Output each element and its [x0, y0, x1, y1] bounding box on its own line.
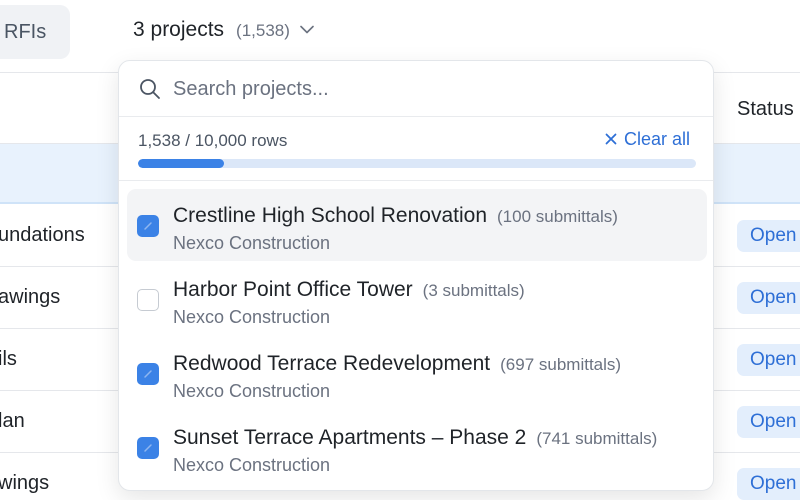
- project-option[interactable]: Sunset Terrace Apartments – Phase 2 (741 …: [127, 411, 707, 483]
- project-name: Crestline High School Renovation: [173, 204, 488, 227]
- project-search-input[interactable]: [173, 73, 673, 105]
- project-submittal-count: (741 submittals): [536, 429, 658, 448]
- project-submittal-count: (3 submittals): [422, 281, 525, 300]
- project-submittal-count: (697 submittals): [500, 355, 622, 374]
- project-name: Harbor Point Office Tower: [173, 278, 413, 301]
- project-company: Nexco Construction: [173, 381, 331, 401]
- status-badge-label: Open: [750, 287, 797, 308]
- project-option[interactable]: Redwood Terrace Redevelopment (697 submit…: [127, 337, 707, 409]
- status-badge-label: Open: [750, 349, 797, 370]
- rows-count-text: 1,538 / 10,000 rows: [138, 131, 288, 150]
- project-dropdown: 1,538 / 10,000 rows Clear all Crestline …: [118, 60, 714, 491]
- project-submittal-count: (100 submittals): [497, 207, 618, 226]
- project-company: Nexco Construction: [173, 233, 331, 253]
- project-name: Redwood Terrace Redevelopment: [173, 352, 491, 375]
- project-selector-label: 3 projects: [133, 18, 225, 41]
- rows-progress-fill: [138, 159, 224, 168]
- status-badge: Open: [737, 468, 800, 500]
- table-cell-name: awings: [0, 286, 61, 308]
- checkbox-checked[interactable]: [137, 437, 159, 459]
- status-badge: Open: [737, 282, 800, 314]
- close-icon: [605, 129, 617, 150]
- status-badge-label: Open: [750, 473, 797, 494]
- table-cell-name: undations: [0, 224, 85, 246]
- tab-rfis[interactable]: RFIs: [0, 5, 70, 59]
- status-badge-label: Open: [750, 225, 797, 246]
- selection-meta: 1,538 / 10,000 rows Clear all: [119, 117, 713, 181]
- search-icon: [139, 78, 161, 105]
- check-icon: [144, 444, 152, 452]
- status-badge-label: Open: [750, 411, 797, 432]
- tab-rfis-label: RFIs: [4, 21, 47, 43]
- checkbox-checked[interactable]: [137, 215, 159, 237]
- status-badge: Open: [737, 220, 800, 252]
- clear-all-button[interactable]: Clear all: [605, 129, 690, 150]
- project-company: Nexco Construction: [173, 455, 331, 475]
- check-icon: [144, 222, 152, 230]
- checkbox-unchecked[interactable]: [137, 289, 159, 311]
- check-icon: [144, 370, 152, 378]
- project-search-bar: [119, 61, 713, 117]
- project-total-count: (1,538): [236, 21, 290, 40]
- project-selector-button[interactable]: 3 projects (1,538): [133, 18, 314, 42]
- checkbox-checked[interactable]: [137, 363, 159, 385]
- table-cell-name: ils: [0, 348, 17, 370]
- table-cell-name: wings: [0, 472, 50, 494]
- column-header-status: Status: [737, 98, 794, 120]
- rows-progress-bar: [138, 159, 696, 168]
- clear-all-label: Clear all: [624, 129, 691, 149]
- status-badge: Open: [737, 344, 800, 376]
- table-cell-name: lan: [0, 410, 25, 432]
- project-name: Sunset Terrace Apartments – Phase 2: [173, 426, 527, 449]
- project-company: Nexco Construction: [173, 307, 331, 327]
- status-badge: Open: [737, 406, 800, 438]
- project-option[interactable]: Crestline High School Renovation (100 sub…: [127, 189, 707, 261]
- project-option[interactable]: Harbor Point Office Tower (3 submittals) …: [127, 263, 707, 335]
- chevron-down-icon: [300, 21, 314, 39]
